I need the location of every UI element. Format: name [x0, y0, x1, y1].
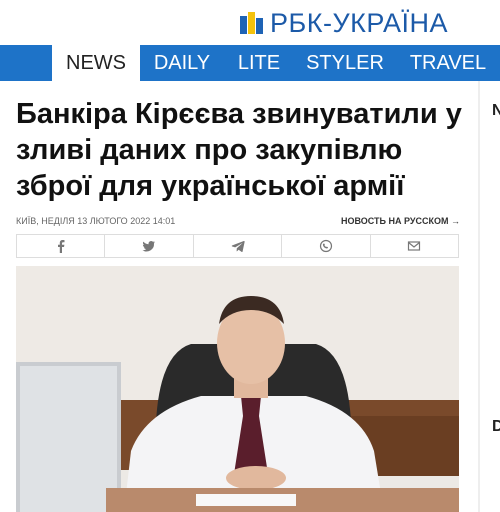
- viber-icon: [319, 239, 333, 253]
- share-facebook-button[interactable]: [17, 235, 106, 257]
- nav-tab-lite[interactable]: LITE: [234, 45, 284, 81]
- site-logo[interactable]: РБК-УКРАЇНА: [240, 8, 448, 39]
- site-header: РБК-УКРАЇНА: [0, 0, 500, 44]
- logo-text: РБК-УКРАЇНА: [270, 8, 449, 38]
- russian-version-link[interactable]: НОВОСТЬ НА РУССКОМ →: [341, 216, 460, 226]
- main-nav: NEWS DAILY LITE STYLER TRAVEL: [0, 45, 500, 81]
- share-email-button[interactable]: [371, 235, 458, 257]
- nav-tab-daily[interactable]: DAILY: [146, 45, 218, 81]
- telegram-icon: [231, 240, 245, 253]
- nav-tab-news[interactable]: NEWS: [52, 45, 140, 81]
- logo-icon: [240, 11, 264, 36]
- nav-tab-styler[interactable]: STYLER: [302, 45, 388, 81]
- share-twitter-button[interactable]: [105, 235, 194, 257]
- share-viber-button[interactable]: [282, 235, 371, 257]
- facebook-icon: [57, 240, 65, 253]
- nav-tab-travel[interactable]: TRAVEL: [406, 45, 490, 81]
- article-title: Банкіра Кірєєва звинуватили у зливі дани…: [16, 98, 462, 202]
- sidebar-heading-fragment-2: D: [492, 418, 500, 435]
- right-sidebar-edge: [478, 81, 500, 512]
- article-photo: [16, 266, 459, 512]
- share-telegram-button[interactable]: [194, 235, 283, 257]
- article-meta: КИЇВ, НЕДІЛЯ 13 ЛЮТОГО 2022 14:01: [16, 216, 176, 226]
- email-icon: [408, 241, 421, 251]
- share-bar: [16, 234, 459, 258]
- sidebar-heading-fragment: N: [492, 102, 500, 119]
- twitter-icon: [142, 241, 156, 252]
